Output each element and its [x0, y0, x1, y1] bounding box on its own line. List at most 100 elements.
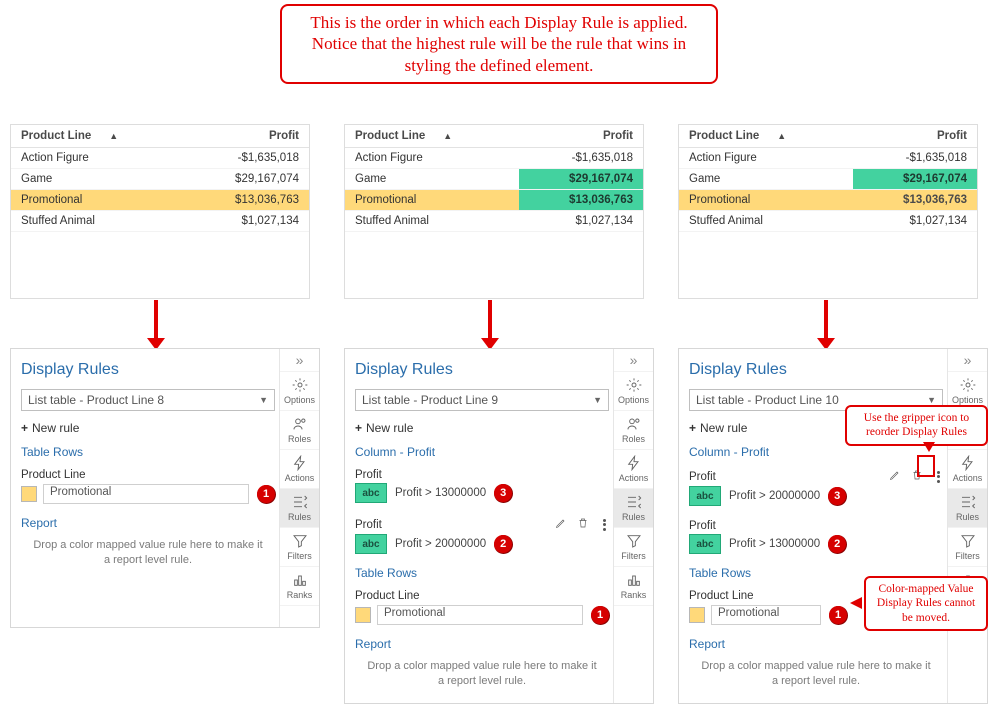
style-swatch-icon: abc: [355, 483, 387, 503]
cell: $13,036,763: [853, 190, 977, 211]
cell: $13,036,763: [185, 190, 309, 211]
col-header-product-line[interactable]: Product Line▲: [11, 125, 185, 148]
new-rule-button[interactable]: +New rule: [21, 421, 275, 435]
cell: $29,167,074: [185, 169, 309, 190]
options-tab[interactable]: Options: [614, 372, 653, 411]
table-row[interactable]: Stuffed Animal$1,027,134: [345, 211, 643, 232]
drop-zone-text: Drop a color mapped value rule here to m…: [689, 659, 943, 690]
col-header-product-line[interactable]: Product Line▲: [345, 125, 519, 148]
filters-tab[interactable]: Filters: [948, 528, 987, 567]
tab-label: Filters: [287, 551, 312, 561]
roles-tab[interactable]: Roles: [614, 411, 653, 450]
tab-label: Options: [618, 395, 649, 405]
plus-icon: +: [355, 421, 362, 435]
collapse-button[interactable]: »: [280, 349, 319, 372]
section-report: Report: [355, 637, 609, 651]
options-tab[interactable]: Options: [280, 372, 319, 411]
color-swatch-icon[interactable]: [355, 607, 371, 623]
collapse-button[interactable]: »: [948, 349, 987, 372]
style-swatch-icon: abc: [689, 486, 721, 506]
table-row[interactable]: Promotional$13,036,763: [345, 190, 643, 211]
rule-value-input[interactable]: Promotional: [711, 605, 821, 625]
table-row[interactable]: Action Figure-$1,635,018: [679, 148, 977, 169]
filters-tab[interactable]: Filters: [614, 528, 653, 567]
col-header-label: Product Line: [21, 130, 91, 142]
annotation-arrow-icon: [850, 597, 862, 609]
rule-profit-gt-13[interactable]: abc Profit > 13000000 2: [689, 534, 943, 554]
cell: -$1,635,018: [185, 148, 309, 169]
rules-tab[interactable]: Rules: [948, 489, 987, 528]
color-swatch-icon[interactable]: [689, 607, 705, 623]
rules-tab[interactable]: Rules: [614, 489, 653, 528]
rule-label-product-line: Product Line: [355, 590, 609, 602]
rules-tab[interactable]: Rules: [280, 489, 319, 528]
actions-tab[interactable]: Actions: [280, 450, 319, 489]
table-row[interactable]: Game$29,167,074: [11, 169, 309, 190]
section-column-profit: Column - Profit: [689, 445, 943, 459]
cell: Game: [11, 169, 185, 190]
collapse-button[interactable]: »: [614, 349, 653, 372]
table-row[interactable]: Action Figure-$1,635,018: [345, 148, 643, 169]
col-header-label: Product Line: [689, 130, 759, 142]
step-badge-1: 1: [829, 606, 847, 624]
col-header-profit[interactable]: Profit: [185, 125, 309, 148]
table-row[interactable]: Game$29,167,074: [345, 169, 643, 190]
rule-value-input[interactable]: Promotional: [377, 605, 583, 625]
display-rules-panel-2: Display Rules List table - Product Line …: [344, 348, 654, 704]
actions-tab[interactable]: Actions: [614, 450, 653, 489]
table-row[interactable]: Stuffed Animal$1,027,134: [11, 211, 309, 232]
ranks-tab[interactable]: Ranks: [614, 567, 653, 606]
rule-label-text: Profit: [689, 471, 716, 483]
table-row[interactable]: Promotional$13,036,763: [679, 190, 977, 211]
rule-profit-gt-20[interactable]: abc Profit > 20000000 3: [689, 486, 943, 506]
cell: $1,027,134: [853, 211, 977, 232]
style-swatch-icon: abc: [355, 534, 387, 554]
cell: -$1,635,018: [519, 148, 643, 169]
actions-tab[interactable]: Actions: [948, 450, 987, 489]
cell: $29,167,074: [853, 169, 977, 190]
delete-icon[interactable]: [911, 469, 923, 484]
panel-title: Display Rules: [689, 361, 943, 379]
object-select[interactable]: List table - Product Line 9 ▼: [355, 389, 609, 411]
drop-zone-text: Drop a color mapped value rule here to m…: [355, 659, 609, 690]
tab-label: Rules: [622, 512, 645, 522]
col-header-product-line[interactable]: Product Line▲: [679, 125, 853, 148]
annotation-arrow-icon: [923, 442, 935, 452]
color-swatch-icon[interactable]: [21, 486, 37, 502]
rule-value-input[interactable]: Promotional: [43, 484, 249, 504]
annotation-gripper: Use the gripper icon to reorder Display …: [845, 405, 988, 446]
table-row[interactable]: Stuffed Animal$1,027,134: [679, 211, 977, 232]
table-row[interactable]: Game$29,167,074: [679, 169, 977, 190]
cell: -$1,635,018: [853, 148, 977, 169]
new-rule-label: New rule: [700, 421, 747, 435]
gripper-icon[interactable]: [933, 471, 943, 483]
cell: Stuffed Animal: [345, 211, 519, 232]
edit-icon[interactable]: [889, 469, 901, 484]
section-report: Report: [689, 637, 943, 651]
roles-tab[interactable]: Roles: [280, 411, 319, 450]
table-row[interactable]: Promotional$13,036,763: [11, 190, 309, 211]
gripper-icon[interactable]: [599, 519, 609, 531]
rule-profit-gt-13[interactable]: abc Profit > 13000000 3: [355, 483, 609, 503]
tab-label: Ranks: [287, 590, 313, 600]
filters-tab[interactable]: Filters: [280, 528, 319, 567]
right-icon-strip: » Options Roles Actions Rules Filters Ra…: [947, 349, 987, 703]
new-rule-button[interactable]: +New rule: [355, 421, 609, 435]
rule-profit-gt-20[interactable]: abc Profit > 20000000 2: [355, 534, 609, 554]
section-table-rows: Table Rows: [355, 566, 609, 580]
cell: $29,167,074: [519, 169, 643, 190]
tab-label: Roles: [288, 434, 311, 444]
ranks-tab[interactable]: Ranks: [280, 567, 319, 606]
col-header-profit[interactable]: Profit: [853, 125, 977, 148]
rule-label-profit: Profit: [689, 469, 943, 484]
step-badge-3: 3: [494, 484, 512, 502]
cell: $13,036,763: [519, 190, 643, 211]
edit-icon[interactable]: [555, 517, 567, 532]
step-badge-1: 1: [591, 606, 609, 624]
table-row[interactable]: Action Figure-$1,635,018: [11, 148, 309, 169]
object-select[interactable]: List table - Product Line 8 ▼: [21, 389, 275, 411]
panel-title: Display Rules: [355, 361, 609, 379]
delete-icon[interactable]: [577, 517, 589, 532]
col-header-profit[interactable]: Profit: [519, 125, 643, 148]
rule-label-product-line: Product Line: [21, 469, 275, 481]
